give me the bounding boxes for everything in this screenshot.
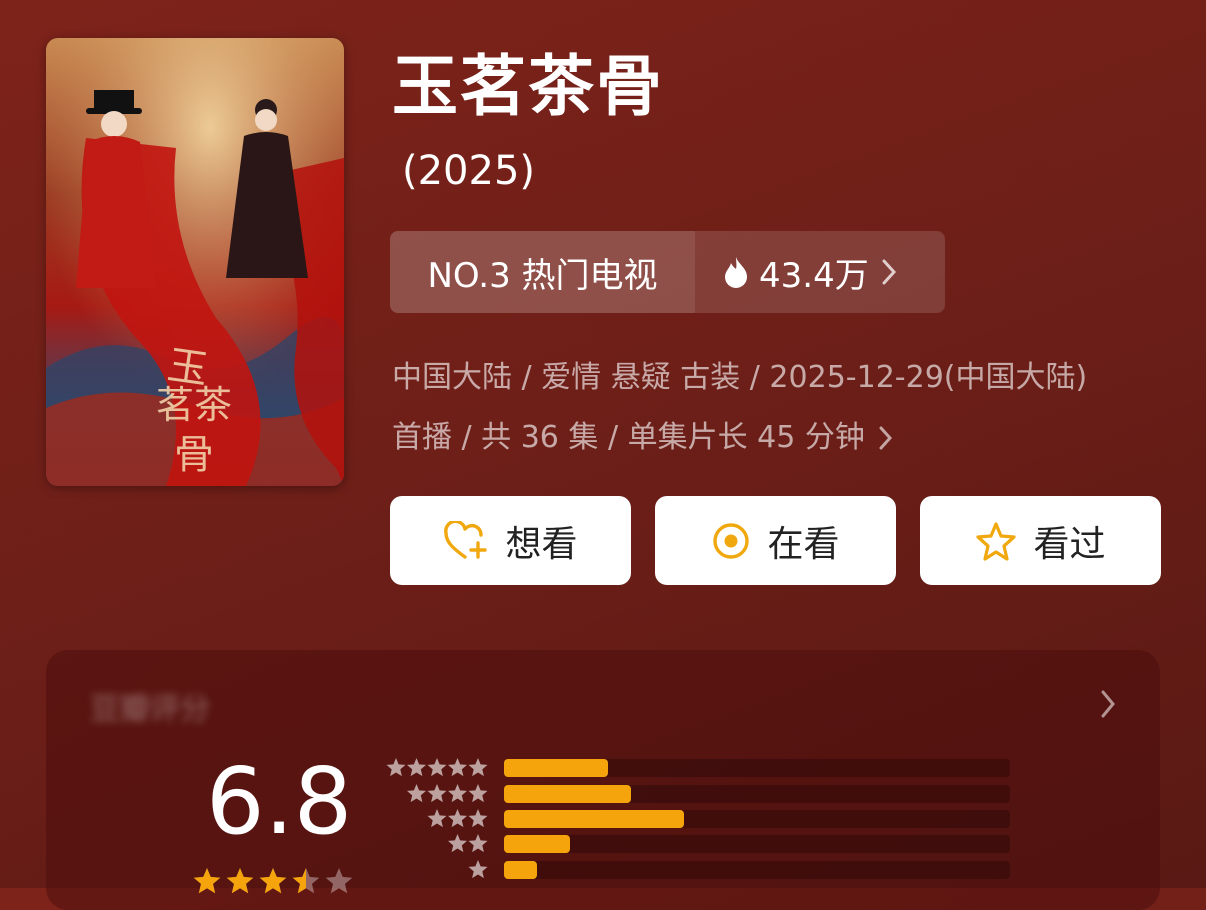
star-icon [427, 809, 447, 828]
poster-image[interactable]: 玉 茗茶 骨 [46, 38, 344, 486]
watched-button[interactable]: 看过 [920, 496, 1161, 585]
flame-icon [725, 257, 747, 288]
star-icon [407, 784, 426, 803]
rating-row-stars [407, 784, 488, 803]
rating-row-stars [427, 809, 488, 828]
score-stars [193, 868, 353, 894]
rating-bar-track [504, 759, 1010, 777]
show-title: 玉茗茶骨 [392, 48, 664, 125]
poster-artwork: 玉 茗茶 骨 [46, 38, 344, 486]
chevron-right-icon[interactable] [1098, 688, 1118, 720]
star-icon [448, 834, 467, 853]
svg-text:茗茶: 茗茶 [156, 383, 232, 427]
star-icon [427, 758, 447, 777]
rating-bar-fill [504, 810, 684, 828]
target-icon [713, 522, 750, 559]
star-filled-icon [226, 868, 254, 894]
rating-bar-track [504, 835, 1010, 853]
rating-bar-fill [504, 785, 631, 803]
star-icon [448, 758, 467, 777]
rating-title: 豆瓣评分 [90, 692, 210, 727]
meta-info-line1: 中国大陆 / 爱情 悬疑 古装 / 2025-12-29(中国大陆) [392, 360, 1088, 395]
chevron-right-icon [882, 259, 896, 285]
want-to-watch-button[interactable]: 想看 [390, 496, 631, 585]
rating-bar-fill [504, 861, 537, 879]
star-outline-icon [976, 521, 1017, 561]
star-icon [325, 868, 353, 894]
rating-score: 6.8 [206, 748, 353, 855]
rating-bar-fill [504, 835, 570, 853]
star-filled-icon [259, 868, 287, 894]
show-year: (2025) [402, 148, 536, 194]
meta-info-text: 首播 / 共 36 集 / 单集片长 45 分钟 [392, 420, 865, 455]
rank-label: NO.3 热门电视 [390, 231, 695, 313]
rating-bar-track [504, 785, 1010, 803]
star-icon [468, 809, 488, 828]
rank-badge[interactable]: NO.3 热门电视 43.4万 [390, 231, 945, 313]
watched-label: 看过 [1033, 523, 1106, 565]
heart-plus-icon [444, 520, 488, 559]
star-filled-icon [193, 868, 221, 894]
svg-text:骨: 骨 [174, 432, 214, 478]
want-to-watch-label: 想看 [505, 523, 578, 565]
star-icon [468, 860, 488, 879]
rating-row-stars [448, 834, 488, 853]
rating-row-stars [468, 860, 488, 879]
star-icon [427, 784, 447, 803]
star-icon [468, 758, 488, 777]
star-icon [468, 784, 488, 803]
heat-indicator[interactable]: 43.4万 [695, 231, 945, 313]
meta-info-line2[interactable]: 首播 / 共 36 集 / 单集片长 45 分钟 [392, 416, 895, 460]
rating-row-stars [386, 758, 488, 777]
rating-bar-track [504, 810, 1010, 828]
watching-button[interactable]: 在看 [655, 496, 896, 585]
watching-label: 在看 [767, 523, 840, 565]
rating-bar-track [504, 861, 1010, 879]
heat-count: 43.4万 [759, 255, 869, 296]
star-icon [448, 809, 467, 828]
rating-bar-fill [504, 759, 608, 777]
star-icon [468, 834, 488, 853]
star-icon [448, 784, 467, 803]
star-icon [386, 758, 406, 777]
chevron-right-icon [879, 426, 892, 450]
star-icon [407, 758, 426, 777]
